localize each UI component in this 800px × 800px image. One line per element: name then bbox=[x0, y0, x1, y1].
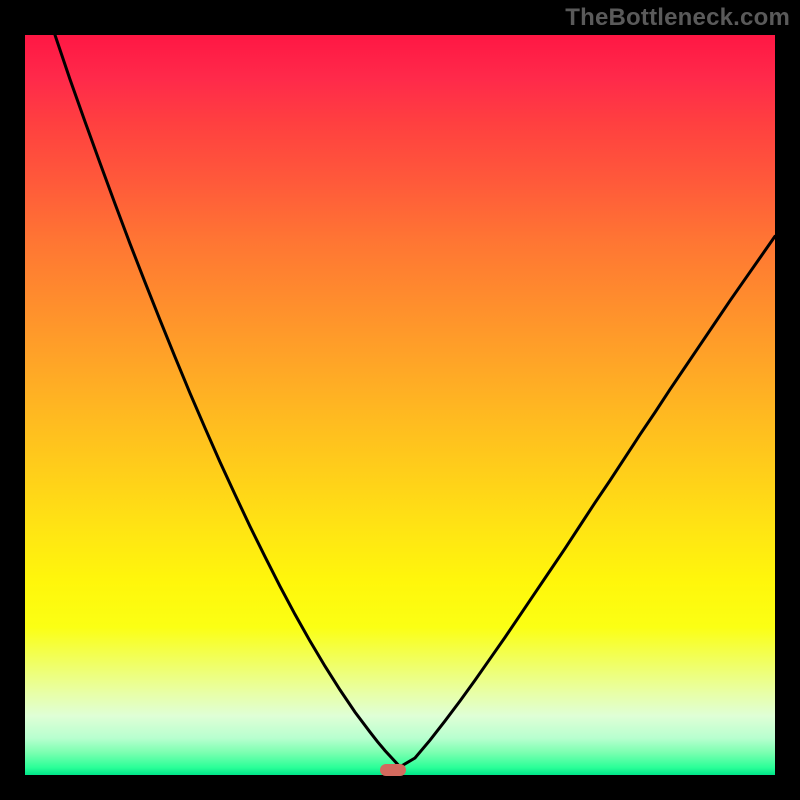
optimal-point-marker bbox=[380, 764, 406, 776]
bottleneck-curve bbox=[25, 35, 775, 775]
watermark-label: TheBottleneck.com bbox=[565, 4, 790, 32]
plot-area bbox=[25, 35, 775, 775]
